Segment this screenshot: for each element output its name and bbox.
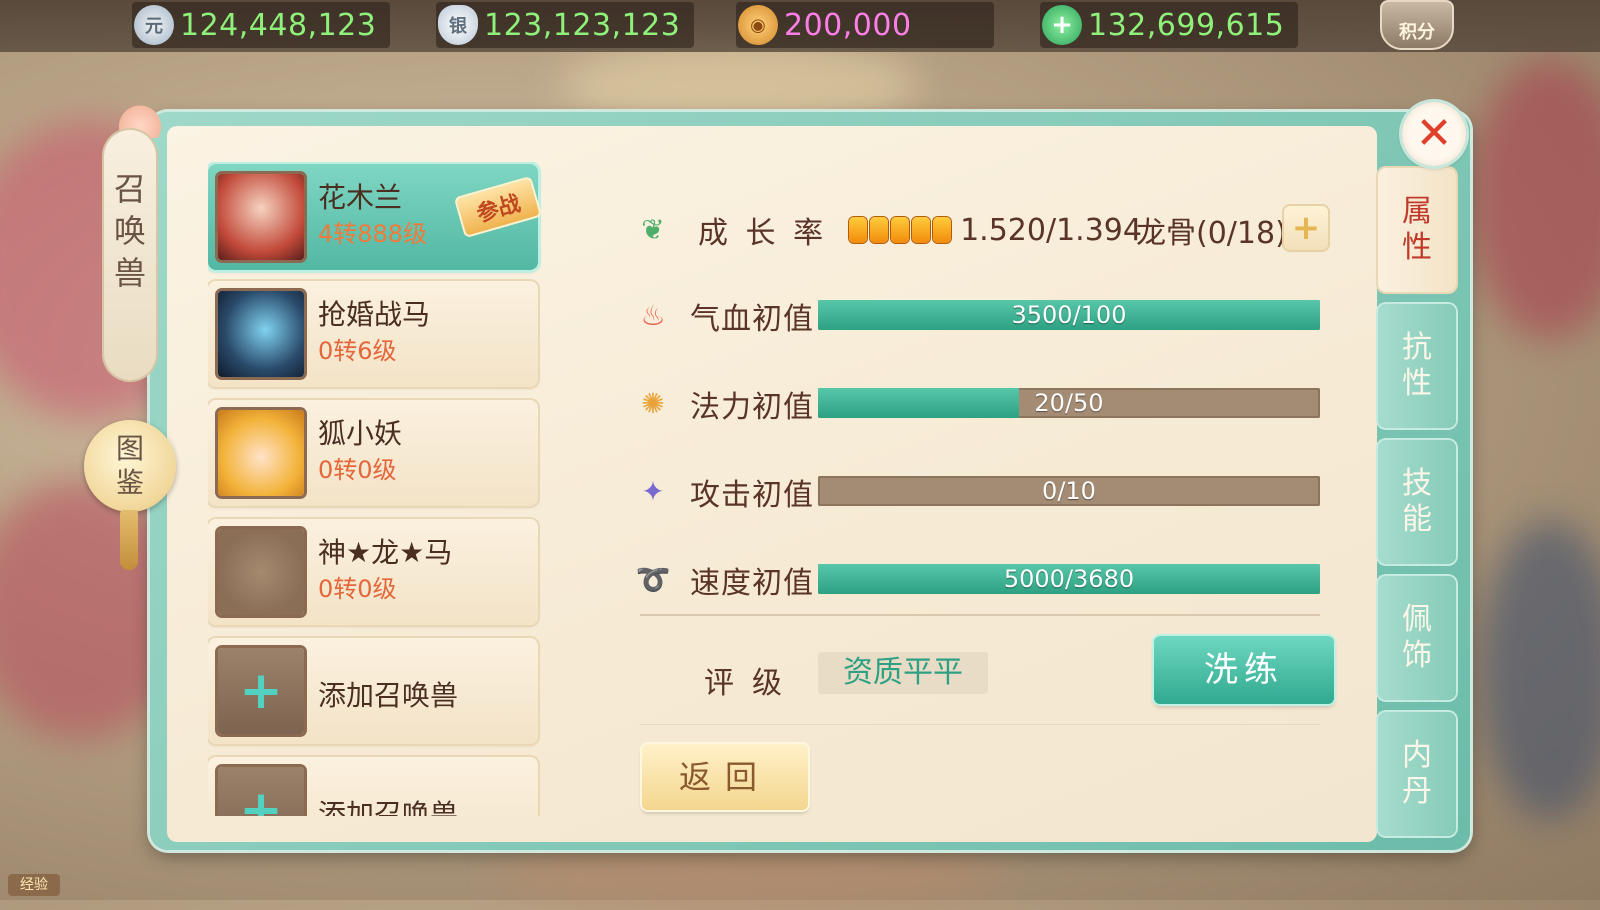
stat-label-mp: 法力初值 [690, 390, 814, 425]
divider [640, 724, 1320, 725]
score-label: 积分 [1399, 22, 1435, 43]
pet-card-huamulan[interactable]: 花木兰 4转888级 参战 [208, 164, 543, 270]
currency-value: 123,123,123 [484, 7, 681, 43]
stat-bar-speed: 5000/3680 [818, 564, 1320, 594]
rating-label: 评级 [704, 666, 800, 701]
currency-yuanbao: 元 124,448,123 [132, 2, 390, 48]
currency-value: 124,448,123 [180, 7, 377, 43]
pet-name: 狐小妖 [318, 417, 403, 450]
tab-char: 内 [1402, 738, 1432, 773]
add-dragon-bone-button[interactable]: + [1284, 206, 1328, 250]
tassel-ornament-icon [120, 510, 138, 570]
tab-char: 技 [1402, 466, 1432, 501]
stat-bar-attack: 0/10 [818, 476, 1320, 506]
growth-value: 1.520/1.394 [960, 212, 1142, 248]
growth-label: 成 长 率 [698, 216, 828, 251]
currency-silver: 银 123,123,123 [436, 2, 694, 48]
add-pet-slot[interactable]: + 添加召唤兽 [208, 757, 538, 816]
tab-skills[interactable]: 技 能 [1378, 440, 1456, 564]
currency-copper: ◉ 200,000 [736, 2, 994, 48]
copper-coin-icon: ◉ [738, 5, 778, 45]
pet-level: 0转0级 [318, 575, 397, 603]
pet-name: 抢婚战马 [318, 298, 431, 331]
pet-card-dragon-horse[interactable]: 神★龙★马 0转0级 [208, 519, 538, 625]
back-button[interactable]: 返回 [642, 744, 808, 810]
blood-drop-icon: ♨ [640, 298, 666, 332]
title-char: 召 [113, 170, 146, 208]
tab-char: 丹 [1402, 774, 1432, 809]
stat-label-hp: 气血初值 [690, 302, 814, 337]
stat-label-attack: 攻击初值 [690, 478, 814, 513]
tab-char: 属 [1402, 194, 1432, 229]
divider [640, 614, 1320, 616]
catalog-char: 鉴 [115, 466, 144, 499]
pet-avatar [218, 291, 304, 377]
stat-bar-text: 3500/100 [1011, 301, 1127, 329]
tab-inner-core[interactable]: 内 丹 [1378, 712, 1456, 836]
exp-badge: 经验 [8, 874, 60, 896]
tab-accessories[interactable]: 佩 饰 [1378, 576, 1456, 700]
pet-level: 4转888级 [318, 220, 428, 248]
stat-bar-text: 5000/3680 [1003, 565, 1135, 593]
panel-title-scroll: 召 唤 兽 [104, 130, 156, 380]
dragon-bone-count: 龙骨(0/18) [1136, 216, 1287, 251]
tab-char: 佩 [1402, 602, 1432, 637]
growth-pip [849, 217, 868, 243]
tab-char: 性 [1402, 366, 1432, 401]
currency-value: 200,000 [784, 7, 912, 43]
score-button[interactable]: 积分 [1380, 0, 1454, 50]
growth-pip [912, 217, 931, 243]
tab-char: 饰 [1402, 638, 1432, 673]
catalog-button[interactable]: 图 鉴 [84, 420, 176, 512]
wind-speed-icon: ➰ [635, 562, 671, 596]
bg-character [1480, 520, 1600, 820]
tab-char: 抗 [1402, 330, 1432, 365]
silver-ingot-icon: 银 [438, 5, 478, 45]
pet-list[interactable]: 花木兰 4转888级 参战 抢婚战马 0转6级 狐小妖 0转0级 神★龙★马 0… [208, 162, 548, 816]
mana-swirl-icon: ✺ [641, 386, 665, 420]
sword-icon: ✦ [641, 474, 665, 508]
tab-resistance[interactable]: 抗 性 [1378, 304, 1456, 428]
currency-jade[interactable]: + 132,699,615 [1040, 2, 1298, 48]
add-plus-icon: + [218, 648, 304, 734]
refine-button[interactable]: 洗练 [1154, 636, 1334, 704]
close-icon: ✕ [1415, 108, 1453, 159]
yuanbao-coin-icon: 元 [134, 5, 174, 45]
growth-pip [870, 217, 889, 243]
tab-attributes[interactable]: 属 性 [1378, 168, 1456, 292]
title-char: 唤 [113, 212, 146, 250]
rating-value-badge: 资质平平 [818, 652, 988, 694]
add-pet-slot[interactable]: + 添加召唤兽 [208, 638, 538, 744]
pet-card-warhorse[interactable]: 抢婚战马 0转6级 [208, 281, 538, 387]
stat-bar-text: 0/10 [1042, 477, 1096, 505]
bg-character [1470, 60, 1600, 340]
currency-value: 132,699,615 [1088, 7, 1285, 43]
stat-label-speed: 速度初值 [690, 566, 814, 601]
add-pet-label: 添加召唤兽 [318, 679, 459, 712]
stat-bar-mp: 20/50 [818, 388, 1320, 418]
close-button[interactable]: ✕ [1402, 102, 1466, 166]
stat-bar-hp: 3500/100 [818, 300, 1320, 330]
pet-card-fox[interactable]: 狐小妖 0转0级 [208, 400, 538, 506]
battle-tag-badge: 参战 [453, 175, 543, 239]
currency-bar: 元 124,448,123 银 123,123,123 ◉ 200,000 + … [0, 0, 1600, 52]
pet-avatar [218, 174, 304, 260]
title-char: 兽 [113, 254, 146, 292]
growth-rate-row: 成 长 率 1.520/1.394 [630, 208, 1142, 252]
add-pet-label: 添加召唤兽 [318, 798, 459, 816]
jade-plus-icon[interactable]: + [1042, 5, 1082, 45]
tab-char: 性 [1402, 230, 1432, 265]
pet-level: 0转0级 [318, 456, 397, 484]
growth-pip [933, 217, 952, 243]
empty-avatar-slot [218, 529, 304, 615]
pet-avatar [218, 410, 304, 496]
stat-bar-text: 20/50 [1034, 389, 1104, 417]
tab-char: 能 [1402, 502, 1432, 537]
pet-name: 神★龙★马 [318, 536, 453, 569]
add-plus-icon: + [218, 767, 304, 816]
pet-name: 花木兰 [318, 181, 403, 214]
growth-pip [891, 217, 910, 243]
pet-level: 0转6级 [318, 337, 397, 365]
catalog-char: 图 [115, 432, 144, 465]
